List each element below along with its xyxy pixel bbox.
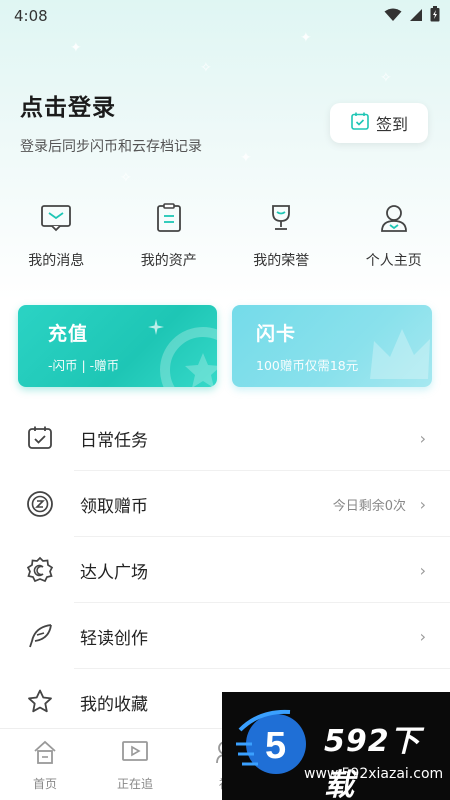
menu-item-light-creation[interactable]: 轻读创作 › [0, 603, 450, 669]
chevron-right-icon: › [419, 560, 426, 580]
menu-item-label: 日常任务 [80, 430, 148, 451]
status-bar: 4:08 [0, 0, 450, 32]
calendar-check-icon [26, 424, 54, 452]
tab-label: 首页 [32, 777, 57, 791]
quick-link-assets[interactable]: 我的资产 [113, 200, 226, 280]
checkin-label: 签到 [375, 115, 408, 134]
wifi-icon [384, 7, 402, 26]
recharge-subtitle: -闪币 | -赠币 [48, 358, 120, 373]
menu-item-label: 达人广场 [80, 562, 148, 583]
tab-label: 正在追 [116, 777, 153, 791]
badge-icon [26, 556, 54, 584]
menu-item-extra: 今日剩余0次 [332, 498, 406, 514]
checkin-button[interactable]: 签到 [330, 103, 428, 143]
quick-link-label: 我的资产 [140, 253, 197, 269]
menu-item-daily-tasks[interactable]: 日常任务 › [0, 405, 450, 471]
system-icons [384, 6, 440, 26]
home-icon [31, 739, 59, 769]
login-title[interactable]: 点击登录 [20, 88, 202, 122]
tab-home[interactable]: 首页 [0, 729, 90, 800]
menu-item-label: 领取赠币 [80, 496, 148, 517]
chevron-right-icon: › [419, 626, 426, 646]
flash-card-subtitle: 100赠币仅需18元 [256, 358, 359, 373]
message-icon [38, 200, 74, 236]
coin-icon [26, 490, 54, 518]
video-icon [120, 739, 150, 769]
flash-card[interactable]: 闪卡 100赠币仅需18元 [232, 305, 432, 387]
watermark-brand: 592下载 [324, 724, 421, 800]
quick-link-label: 个人主页 [365, 253, 422, 269]
quick-link-label: 我的消息 [28, 253, 85, 269]
quick-link-messages[interactable]: 我的消息 [0, 200, 113, 280]
calendar-check-icon [350, 111, 370, 135]
quill-icon [26, 622, 54, 650]
chevron-right-icon: › [419, 428, 426, 448]
menu-item-expert-plaza[interactable]: 达人广场 › [0, 537, 450, 603]
recharge-title: 充值 [48, 323, 89, 345]
trophy-icon [263, 200, 299, 236]
login-section[interactable]: 点击登录 登录后同步闪币和云存档记录 [20, 88, 202, 156]
menu-item-label: 我的收藏 [80, 694, 148, 715]
star-icon [26, 688, 54, 716]
menu-item-claim-coins[interactable]: 领取赠币 今日剩余0次 › [0, 471, 450, 537]
sparkle-icon [148, 319, 164, 335]
login-subtitle: 登录后同步闪币和云存档记录 [20, 139, 202, 155]
crown-decoration-icon [370, 329, 430, 379]
svg-text:5: 5 [265, 725, 286, 767]
quick-link-honors[interactable]: 我的荣誉 [225, 200, 338, 280]
assets-icon [151, 200, 187, 236]
menu-list: 日常任务 › 领取赠币 今日剩余0次 › 达人广场 › 轻读创作 › 我的收藏 [0, 405, 450, 735]
status-time: 4:08 [14, 7, 48, 25]
quick-link-label: 我的荣誉 [253, 253, 310, 269]
signal-icon [409, 7, 423, 26]
quick-link-profile[interactable]: 个人主页 [338, 200, 450, 280]
quick-links: 我的消息 我的资产 我的荣誉 个人主页 [0, 200, 450, 280]
tab-following[interactable]: 正在追 [90, 729, 180, 800]
watermark-overlay: 5 592下载 www.592xiazai.com [222, 692, 450, 800]
profile-icon [376, 200, 412, 236]
battery-icon [430, 6, 440, 26]
watermark-url: www.592xiazai.com [304, 766, 444, 782]
menu-item-label: 轻读创作 [80, 628, 148, 649]
flash-card-title: 闪卡 [256, 323, 297, 345]
chevron-right-icon: › [419, 494, 426, 514]
coin-decoration-icon [160, 327, 217, 387]
recharge-card[interactable]: 充值 -闪币 | -赠币 [18, 305, 217, 387]
